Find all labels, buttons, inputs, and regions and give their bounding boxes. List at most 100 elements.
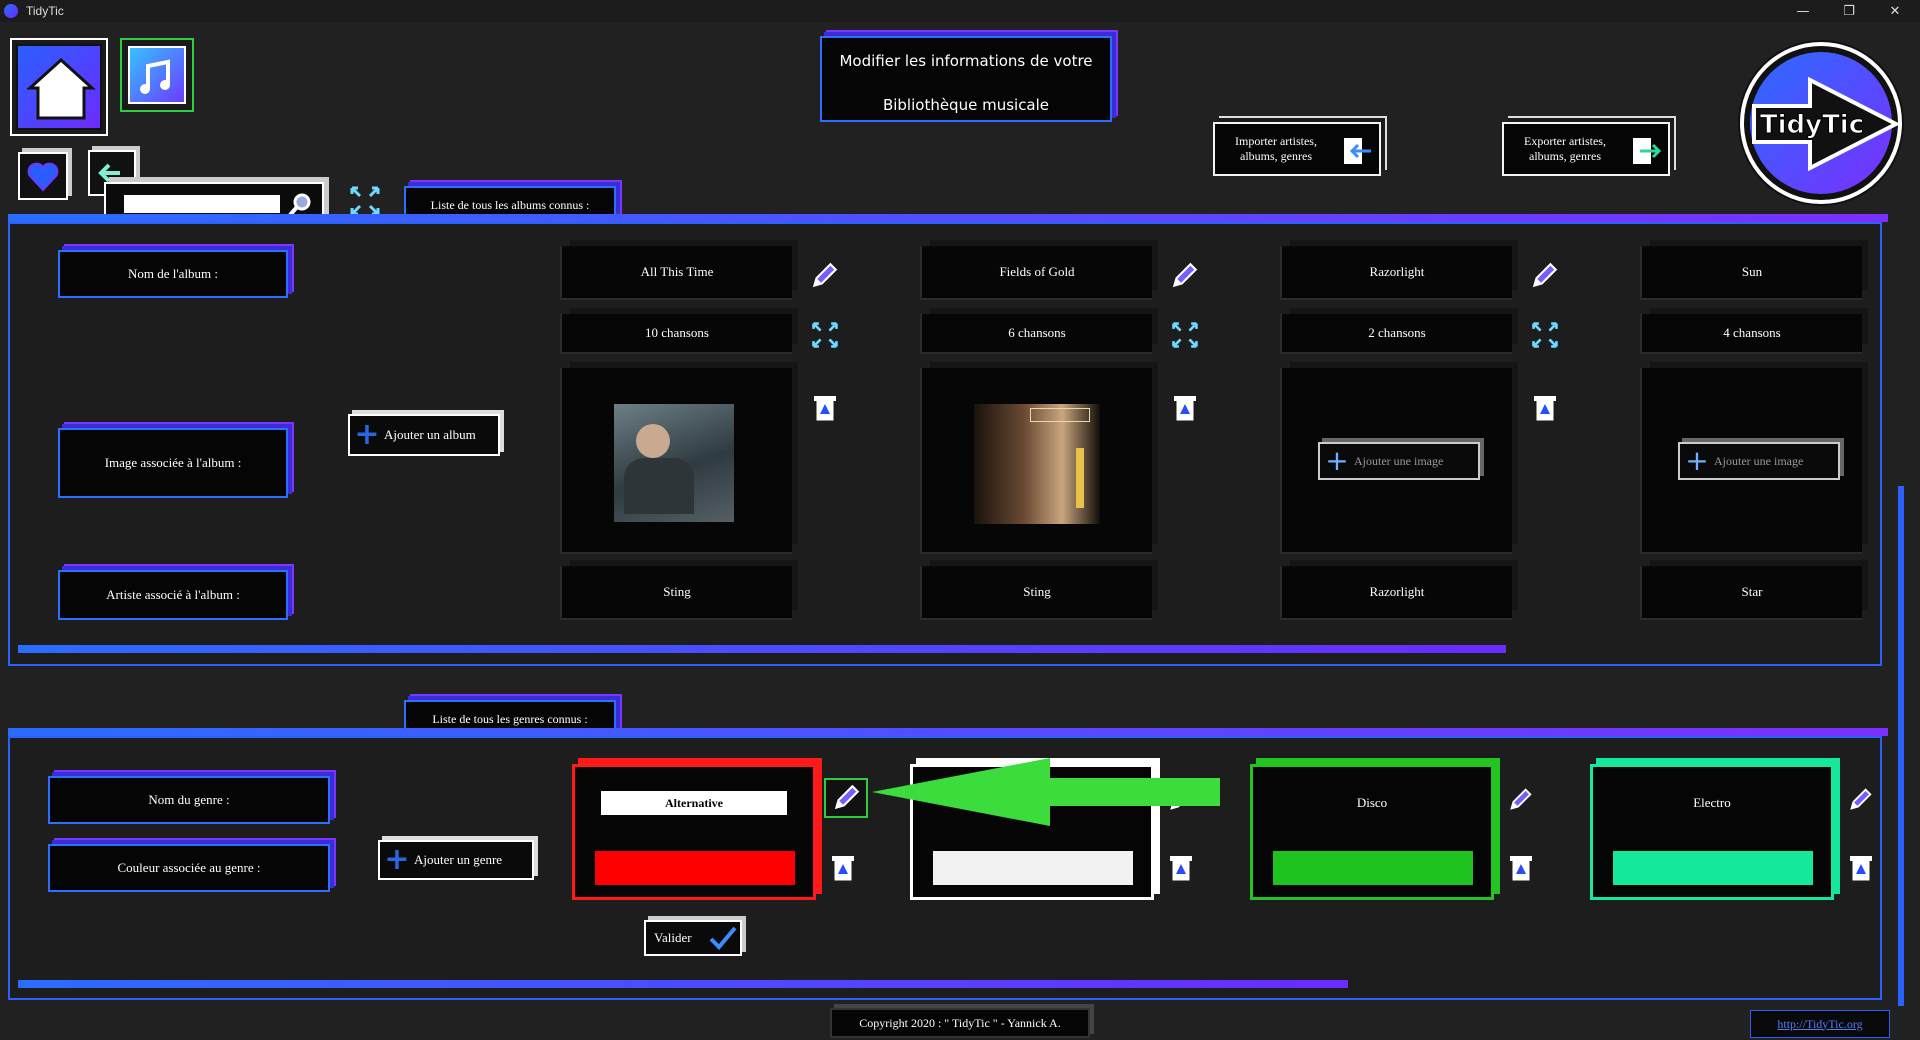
copyright-box: Copyright 2020 : " TidyTic " - Yannick A… — [830, 1008, 1090, 1038]
window-title: TidyTic — [26, 4, 64, 18]
album-song-count: 4 chansons — [1723, 325, 1781, 340]
delete-trash-icon[interactable] — [1530, 392, 1560, 424]
album-artist: Sting — [1023, 584, 1051, 599]
expand-icon[interactable] — [1530, 320, 1560, 350]
validate-button[interactable]: Valider — [644, 920, 742, 956]
genres-scrollbar[interactable] — [18, 980, 1348, 988]
add-album-button[interactable]: + Ajouter un album — [348, 414, 500, 456]
add-genre-button[interactable]: + Ajouter un genre — [378, 840, 534, 880]
album-artist-row-label: Artiste associé à l'album : — [58, 570, 288, 620]
album-image-cell: + Ajouter une image — [1640, 368, 1862, 554]
album-song-count: 2 chansons — [1368, 325, 1426, 340]
album-artist-cell: Sting — [920, 566, 1152, 620]
export-icon — [1633, 138, 1662, 164]
genre-color-swatch[interactable] — [1273, 851, 1473, 885]
expand-icon[interactable] — [348, 184, 382, 218]
album-song-count: 10 chansons — [645, 325, 709, 340]
page-title-line2: Bibliothèque musicale — [882, 96, 1050, 114]
delete-trash-icon[interactable] — [828, 852, 858, 884]
page-title-box: Modifier les informations de votre Bibli… — [820, 36, 1112, 122]
plus-icon: + — [1685, 444, 1709, 477]
import-button[interactable]: Importer artistes, albums, genres — [1213, 122, 1381, 176]
genre-name: Disco — [1356, 795, 1388, 810]
edit-pencil-icon[interactable] — [1168, 260, 1200, 292]
album-artist-cell: Star — [1640, 566, 1862, 620]
add-image-button[interactable]: + Ajouter une image — [1678, 442, 1840, 480]
album-image-cell — [560, 368, 792, 554]
music-library-button[interactable] — [120, 38, 194, 112]
export-button[interactable]: Exporter artistes, albums, genres — [1502, 122, 1670, 176]
website-link-box[interactable]: http://TidyTic.org — [1750, 1010, 1890, 1038]
album-name: Razorlight — [1369, 264, 1425, 279]
genre-card[interactable]: Disco — [1250, 764, 1494, 900]
edit-pencil-icon[interactable] — [1506, 786, 1534, 814]
album-songs-cell: 6 chansons — [920, 314, 1152, 354]
plus-icon: + — [1325, 444, 1349, 477]
album-artist: Razorlight — [1369, 584, 1425, 599]
album-name: All This Time — [640, 264, 714, 279]
album-name-cell: Razorlight — [1280, 246, 1512, 300]
album-image-cell — [920, 368, 1152, 554]
green-arrow-indicator — [872, 758, 1220, 826]
heart-icon — [27, 162, 59, 192]
favorites-button[interactable] — [18, 152, 68, 200]
genre-name: Electro — [1693, 795, 1731, 810]
home-icon — [26, 57, 96, 120]
album-name-row-label: Nom de l'album : — [58, 250, 288, 298]
import-icon — [1344, 138, 1371, 164]
home-button[interactable] — [10, 38, 108, 136]
album-songs-cell: 2 chansons — [1280, 314, 1512, 354]
edit-pencil-icon[interactable] — [1846, 786, 1874, 814]
restore-button[interactable]: ❐ — [1826, 0, 1872, 22]
album-artist-cell: Sting — [560, 566, 792, 620]
album-name-cell: All This Time — [560, 246, 792, 300]
album-cover-image[interactable] — [614, 404, 734, 522]
albums-scrollbar[interactable] — [18, 645, 1506, 653]
import-label: Importer artistes, albums, genres — [1235, 134, 1317, 163]
tidytic-logo: TidyTic — [1740, 42, 1902, 204]
validate-label: Valider — [654, 930, 692, 945]
album-artist: Star — [1741, 584, 1763, 599]
genre-color-swatch[interactable] — [1613, 851, 1813, 885]
search-input[interactable] — [124, 195, 280, 213]
album-songs-cell: 4 chansons — [1640, 314, 1862, 354]
genre-card[interactable]: Alternative — [572, 764, 816, 900]
delete-trash-icon[interactable] — [810, 392, 840, 424]
album-artist-cell: Razorlight — [1280, 566, 1512, 620]
close-button[interactable]: ✕ — [1872, 0, 1918, 22]
album-song-count: 6 chansons — [1008, 325, 1066, 340]
delete-trash-icon[interactable] — [1506, 852, 1536, 884]
website-link[interactable]: http://TidyTic.org — [1777, 1017, 1862, 1032]
genre-color-row-label: Couleur associée au genre : — [48, 844, 330, 892]
minimize-button[interactable]: — — [1780, 0, 1826, 22]
album-image-row-label: Image associée à l'album : — [58, 428, 288, 498]
album-cover-image[interactable] — [974, 404, 1100, 524]
genre-name-input[interactable]: Alternative — [601, 791, 787, 815]
title-bar: TidyTic — ❐ ✕ — [0, 0, 1920, 22]
edit-pencil-icon[interactable] — [808, 260, 840, 292]
export-label: Exporter artistes, albums, genres — [1524, 134, 1606, 163]
album-name: Sun — [1741, 264, 1763, 279]
expand-icon[interactable] — [810, 320, 840, 350]
plus-icon: + — [384, 842, 410, 877]
genre-color-swatch[interactable] — [595, 851, 795, 885]
album-name-cell: Fields of Gold — [920, 246, 1152, 300]
delete-trash-icon[interactable] — [1170, 392, 1200, 424]
expand-icon[interactable] — [1170, 320, 1200, 350]
album-artist: Sting — [663, 584, 691, 599]
delete-trash-icon[interactable] — [1166, 852, 1196, 884]
add-image-button[interactable]: + Ajouter une image — [1318, 442, 1480, 480]
genre-color-swatch[interactable] — [933, 851, 1133, 885]
edit-pencil-icon[interactable] — [1528, 260, 1560, 292]
page-title-line1: Modifier les informations de votre — [839, 52, 1093, 70]
edit-pencil-icon[interactable] — [830, 782, 862, 814]
album-name: Fields of Gold — [999, 264, 1075, 279]
genre-card[interactable]: Electro — [1590, 764, 1834, 900]
delete-trash-icon[interactable] — [1846, 852, 1876, 884]
app-icon — [4, 4, 18, 18]
logo-text: TidyTic — [1759, 110, 1865, 141]
album-songs-cell: 10 chansons — [560, 314, 792, 354]
vertical-scrollbar[interactable] — [1898, 486, 1904, 1006]
music-note-icon — [140, 59, 170, 94]
album-name-cell: Sun — [1640, 246, 1862, 300]
